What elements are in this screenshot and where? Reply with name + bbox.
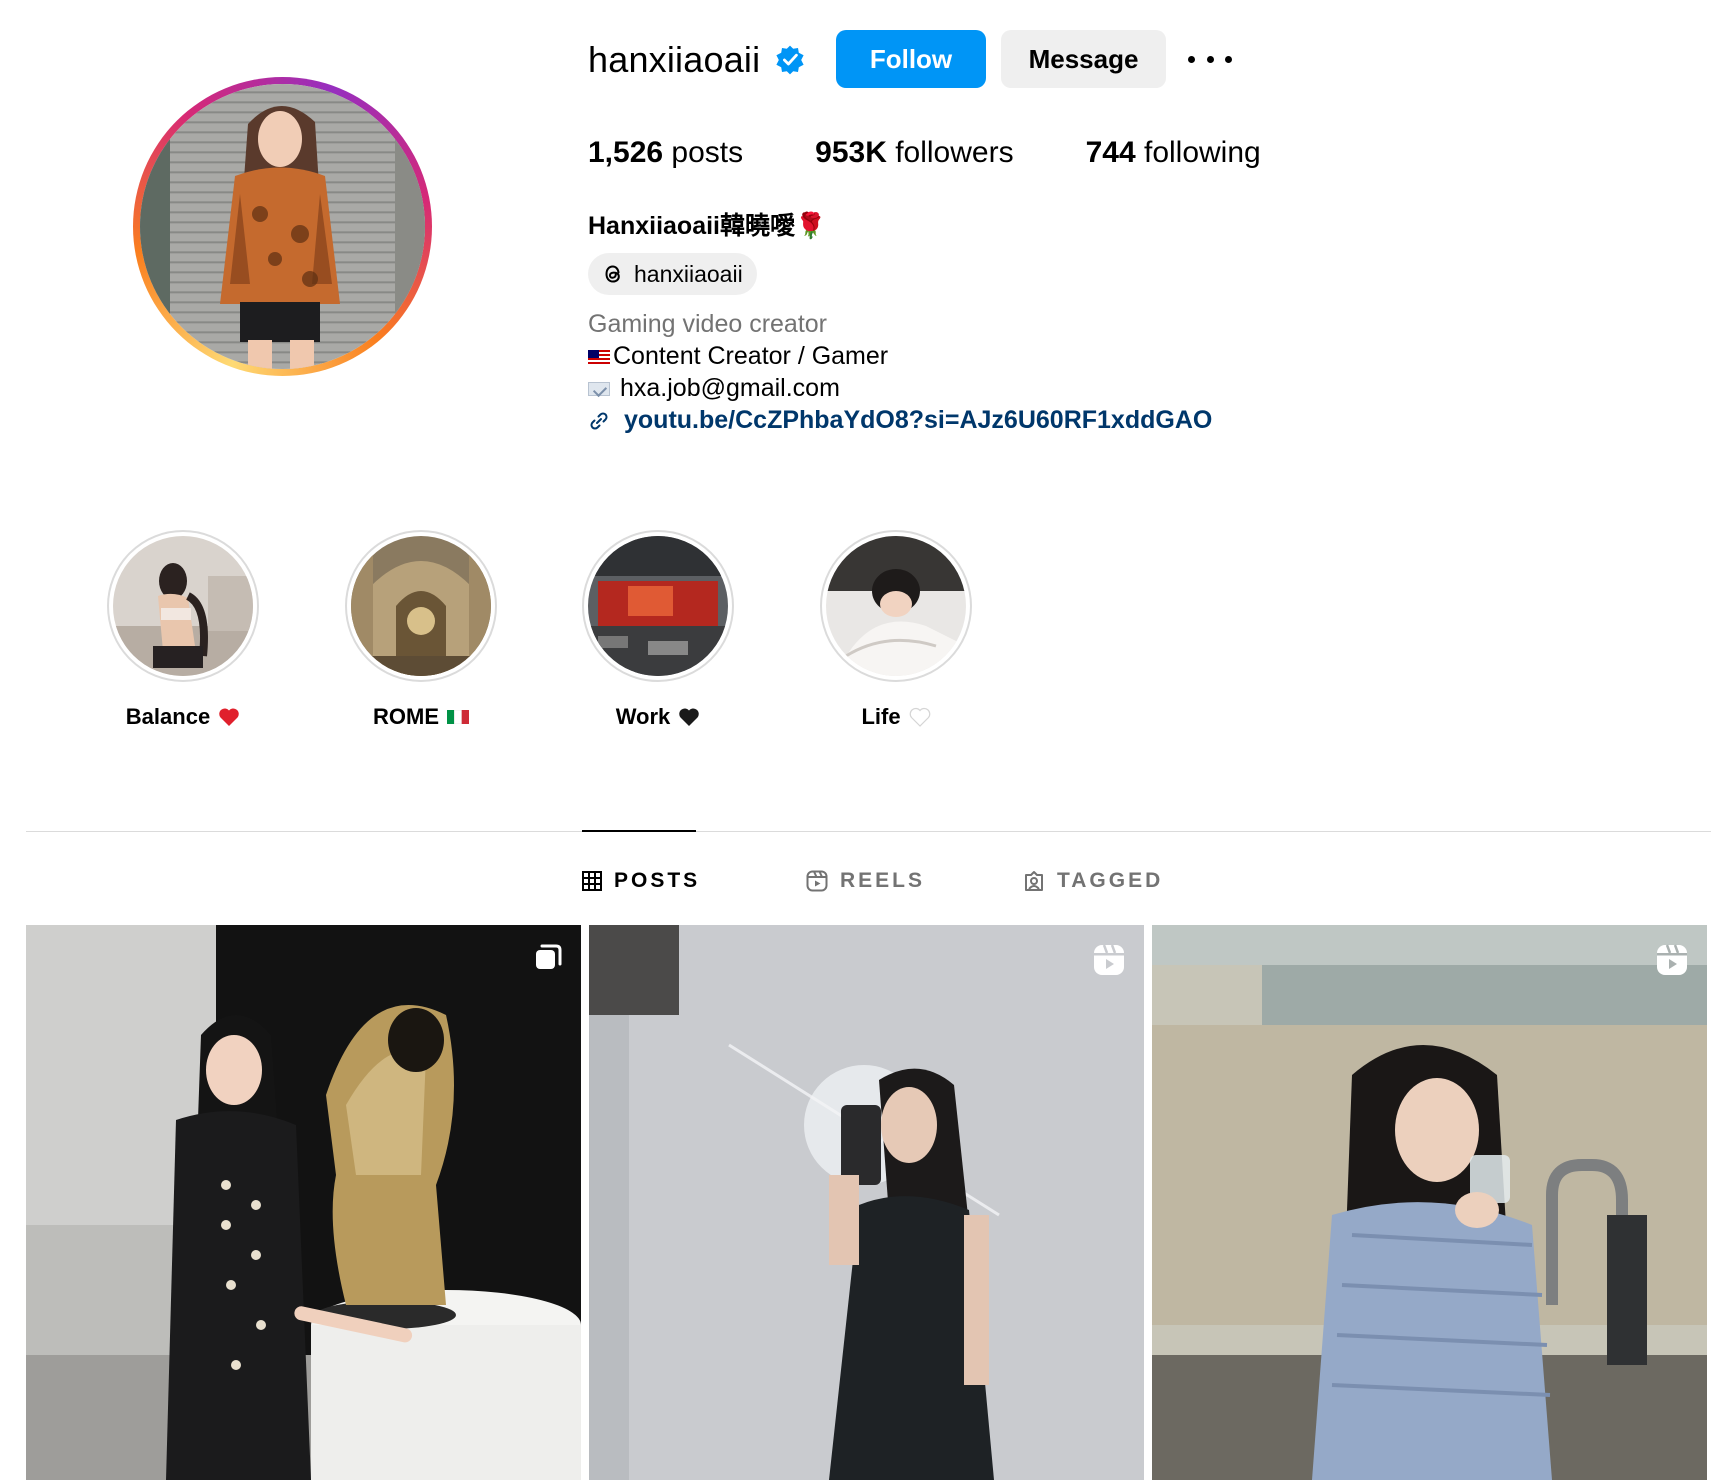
grid-icon: [582, 871, 602, 891]
highlight-cover: [351, 536, 491, 676]
highlight-label: Life: [861, 704, 930, 730]
post-thumbnail[interactable]: [1152, 925, 1707, 1480]
followers-link[interactable]: 953K followers: [815, 136, 1013, 170]
profile-stats: 1,526 posts 953K followers 744 following: [588, 136, 1333, 170]
tab-tagged[interactable]: TAGGED: [1023, 866, 1163, 896]
link-icon: [590, 411, 608, 430]
highlight-rome[interactable]: ROME: [341, 530, 501, 730]
white-heart-icon: [909, 707, 930, 727]
threads-handle: hanxiiaoaii: [634, 260, 743, 287]
tabs-divider: [26, 831, 1711, 832]
message-button[interactable]: Message: [1001, 30, 1166, 88]
username: hanxiiaoaii: [588, 39, 761, 80]
posts-count: 1,526 posts: [588, 136, 744, 169]
threads-icon: [605, 265, 620, 283]
follow-button[interactable]: Follow: [836, 30, 986, 88]
highlight-life[interactable]: Life: [816, 530, 976, 730]
username-row: hanxiiaoaii: [588, 30, 806, 90]
italy-flag-icon: [447, 710, 469, 724]
profile-category: Gaming video creator: [588, 310, 828, 338]
red-heart-icon: [219, 708, 239, 726]
bio-line: Content Creator / Gamer: [588, 342, 888, 371]
bio-email-line: hxa.job@gmail.com: [588, 374, 840, 403]
tab-posts[interactable]: POSTS: [582, 866, 700, 896]
highlight-cover: [113, 536, 253, 676]
carousel-icon: [536, 944, 562, 969]
malaysia-flag-icon: [588, 349, 610, 364]
post-thumbnail[interactable]: [26, 925, 581, 1480]
highlight-cover: [588, 536, 728, 676]
profile-page: hanxiiaoaii Follow Message 1,526 posts 9…: [0, 0, 1724, 1484]
tab-reels[interactable]: REELS: [806, 866, 925, 896]
profile-avatar: [140, 84, 425, 369]
envelope-icon: [588, 381, 610, 396]
profile-avatar-story-ring[interactable]: [133, 77, 432, 376]
highlight-label: Work: [616, 704, 701, 730]
black-heart-icon: [679, 708, 700, 726]
following-link[interactable]: 744 following: [1086, 136, 1261, 170]
full-name: Hanxiiaoaii韓曉噯🌹: [588, 212, 827, 240]
bio-link[interactable]: youtu.be/CcZPhbaYdO8?si=AJz6U60RF1xddGAO: [588, 406, 1212, 435]
highlight-label: ROME: [373, 704, 469, 730]
reels-icon: [1657, 944, 1687, 975]
highlight-cover: [826, 536, 966, 676]
active-tab-indicator: [582, 830, 696, 832]
reels-icon: [1094, 944, 1124, 975]
more-options-icon[interactable]: [1188, 44, 1232, 74]
post-thumbnail[interactable]: [589, 925, 1144, 1480]
threads-badge[interactable]: hanxiiaoaii: [588, 253, 757, 295]
reels-icon: [806, 870, 828, 892]
highlight-balance[interactable]: Balance: [103, 530, 263, 730]
tagged-icon: [1025, 871, 1043, 891]
verified-badge-icon: [776, 45, 804, 75]
highlight-work[interactable]: Work: [578, 530, 738, 730]
highlight-label: Balance: [126, 704, 240, 730]
